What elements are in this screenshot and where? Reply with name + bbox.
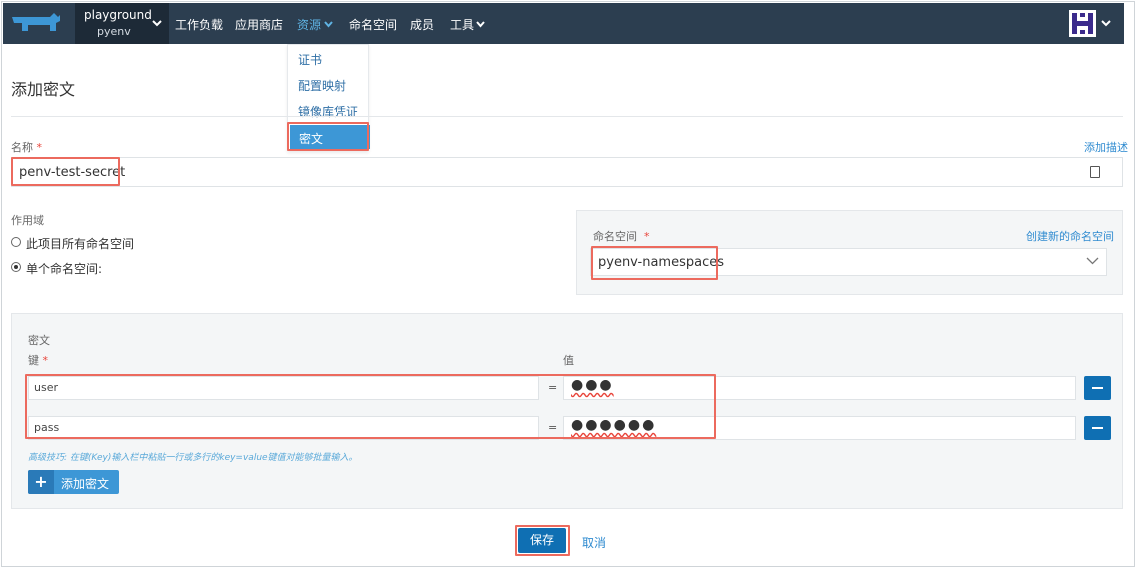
cancel-button[interactable]: 取消	[582, 534, 606, 551]
batch-input-tip: 高级技巧: 在键(Key)输入栏中粘贴一行或多行的key=value键值对能够批…	[28, 453, 358, 463]
value-header: 值	[563, 354, 574, 367]
chevron-down-icon[interactable]	[1101, 19, 1111, 27]
menu-item-config-maps[interactable]: 配置映射	[298, 77, 346, 94]
nav-item-app-store[interactable]: 应用商店	[235, 16, 283, 33]
add-secret-button[interactable]: + 添加密文	[28, 470, 119, 494]
scope-option-all[interactable]: 此项目所有命名空间	[26, 235, 134, 252]
scope-label: 作用域	[11, 214, 44, 227]
avatar[interactable]	[1069, 10, 1096, 37]
top-nav-bar: playground pyenv 工作负载 应用商店 资源 命名空间 成员 工具	[3, 3, 1124, 44]
highlight-box	[11, 157, 120, 186]
project-name: playground	[84, 8, 152, 22]
menu-item-certificates[interactable]: 证书	[298, 51, 322, 68]
remove-row-button[interactable]	[1084, 416, 1111, 440]
project-switcher[interactable]: playground pyenv	[75, 3, 169, 44]
plus-icon: +	[28, 470, 54, 494]
menu-item-registry-credentials[interactable]: 镜像库凭证	[298, 103, 358, 120]
chevron-down-icon	[1086, 257, 1099, 265]
key-header: 键 *	[28, 354, 48, 367]
scope-radio-all[interactable]	[11, 237, 21, 247]
nav-item-tools[interactable]: 工具	[450, 16, 474, 33]
secrets-section-label: 密文	[28, 334, 50, 347]
highlight-box	[25, 374, 716, 439]
namespace-label: 命名空间 *	[593, 230, 650, 243]
avatar-pattern-icon	[1072, 13, 1093, 34]
add-secret-label: 添加密文	[61, 477, 110, 491]
add-description-link[interactable]: 添加描述	[1084, 139, 1128, 155]
name-input[interactable]	[11, 157, 1123, 187]
nav-item-resources[interactable]: 资源	[297, 16, 321, 33]
page-title: 添加密文	[11, 80, 76, 99]
nav-item-workloads[interactable]: 工作负载	[175, 16, 223, 33]
chevron-down-icon	[152, 20, 162, 27]
namespace-name: pyenv	[97, 25, 131, 38]
chevron-down-icon	[324, 21, 333, 28]
create-namespace-link[interactable]: 创建新的命名空间	[1026, 228, 1114, 244]
clipboard-icon[interactable]	[1090, 166, 1100, 178]
chevron-down-icon	[476, 21, 485, 28]
highlight-box	[515, 525, 570, 556]
nav-item-members[interactable]: 成员	[410, 16, 434, 33]
scope-option-single[interactable]: 单个命名空间:	[26, 260, 102, 277]
highlight-box	[591, 246, 718, 280]
nav-item-namespaces[interactable]: 命名空间	[349, 16, 397, 33]
divider	[11, 116, 1123, 117]
remove-row-button[interactable]	[1084, 376, 1111, 400]
rancher-logo-icon[interactable]	[10, 11, 62, 39]
scope-radio-single[interactable]	[11, 262, 21, 272]
name-label: 名称 *	[11, 141, 42, 154]
highlight-box	[287, 122, 369, 151]
